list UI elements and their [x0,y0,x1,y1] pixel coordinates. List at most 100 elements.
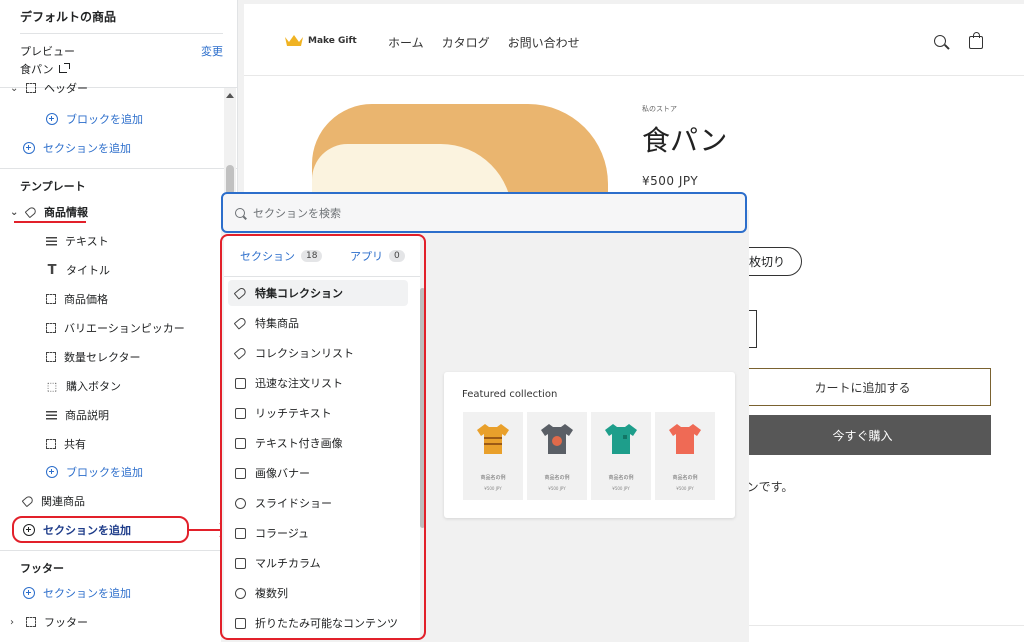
crown-icon [285,35,303,46]
preview-product-name: 商品名の例 [480,475,506,481]
add-section-button[interactable]: セクションを追加 [23,138,131,158]
search-icon [235,207,245,218]
lines-icon [46,236,57,246]
dotted-square-icon [46,439,56,449]
template-heading: テンプレート [20,180,86,193]
product-title: 食パン [642,124,728,157]
buy-now-button[interactable]: 今すぐ購入 [734,415,991,455]
block-label: 購入ボタン [66,380,121,393]
sidebar-item-label: ヘッダー [44,82,88,95]
plus-circle-icon [46,466,58,478]
sidebar-item-label: 商品情報 [44,206,88,219]
block-item-title[interactable]: T タイトル [46,260,110,280]
preview-product-name: 商品名の例 [672,475,698,481]
vendor-name: 私のストア [642,105,677,113]
nav-catalog[interactable]: カタログ [442,34,490,51]
preview-product-card: 商品名の例 ¥500 JPY [463,412,523,500]
block-label: テキスト [65,235,109,248]
tag-icon [24,205,38,219]
plus-circle-icon [23,142,35,154]
search-icon[interactable] [934,35,946,47]
plus-circle-icon [23,587,35,599]
editor-screen: デフォルトの商品 プレビュー 変更 食パン ⌄ ヘッダー ブロックを追加 セクシ… [0,0,1024,642]
section-search-input[interactable]: セクションを検索 [221,192,747,233]
dotted-square-icon [46,294,56,304]
annotation-box [220,234,426,640]
search-placeholder: セクションを検索 [253,206,341,220]
block-item-variant-picker[interactable]: バリエーションピッカー [46,318,185,338]
preview-card-title: Featured collection [462,389,558,400]
header-icon [26,83,36,93]
block-item-price[interactable]: 商品価格 [46,289,108,309]
store-logo[interactable]: Make Gift [284,34,357,47]
divider [0,550,237,551]
block-item-buy-button[interactable]: ⬚ 購入ボタン [46,376,121,396]
sidebar-title: デフォルトの商品 [20,10,117,24]
preview-label: プレビュー [20,45,75,58]
preview-product-card: 商品名の例 ¥500 JPY [527,412,587,500]
sidebar-item-label: フッター [44,616,88,629]
lines-icon [46,410,57,420]
annotation-underline [14,221,86,223]
plus-circle-icon [46,113,58,125]
footer-heading: フッター [20,562,64,575]
change-preview-link[interactable]: 変更 [201,43,223,59]
block-label: 共有 [64,438,86,451]
add-section-label: セクションを追加 [43,587,131,600]
preview-product-name: 食パン [20,63,54,76]
block-label: 商品価格 [64,293,108,306]
dotted-square-icon [46,352,56,362]
add-section-button-footer[interactable]: セクションを追加 [23,583,131,603]
footer-icon [26,617,36,627]
preview-product-name: 商品名の例 [608,475,634,481]
external-link-icon [58,63,70,73]
title-icon: T [47,262,57,278]
add-block-button[interactable]: ブロックを追加 [46,109,143,129]
preview-value[interactable]: 食パン [20,61,70,77]
sidebar-item-label: 関連商品 [41,495,85,508]
add-to-cart-button[interactable]: カートに追加する [734,368,991,406]
annotation-box [12,516,189,543]
store-header: Make Gift ホーム カタログ お問い合わせ [244,4,1024,76]
store-nav: ホーム カタログ お問い合わせ [388,34,580,51]
block-label: タイトル [66,264,110,277]
preview-product-card: 商品名の例 ¥500 JPY [591,412,651,500]
preview-product-price: ¥500 JPY [612,486,630,491]
block-label: バリエーションピッカー [64,322,185,335]
product-price: ¥500 JPY [642,174,699,188]
tshirt-icon [477,424,509,454]
scroll-up-arrow-icon[interactable] [226,93,234,98]
add-block-button[interactable]: ブロックを追加 [46,462,143,482]
tag-icon [21,494,35,508]
block-label: 商品説明 [65,409,109,422]
logo-text: Make Gift [308,35,357,46]
nav-contact[interactable]: お問い合わせ [508,34,580,51]
block-item-quantity[interactable]: 数量セレクター [46,347,141,367]
cart-icon[interactable] [969,32,983,49]
sidebar-item-header[interactable]: ⌄ ヘッダー [10,80,88,96]
dotted-square-icon [46,323,56,333]
preview-product-card: 商品名の例 ¥500 JPY [655,412,715,500]
divider [0,168,237,169]
add-block-label: ブロックを追加 [66,466,143,479]
cursor-icon: ⬚ [46,379,58,393]
tshirt-icon [541,424,573,454]
chevron-down-icon: ⌄ [10,206,19,218]
divider [20,33,223,34]
sidebar-item-product-info[interactable]: ⌄ 商品情報 [10,202,88,222]
preview-product-price: ¥500 JPY [548,486,566,491]
preview-product-price: ¥500 JPY [484,486,502,491]
sidebar: デフォルトの商品 プレビュー 変更 食パン ⌄ ヘッダー ブロックを追加 セクシ… [0,0,238,642]
block-item-share[interactable]: 共有 [46,434,86,454]
block-label: 数量セレクター [64,351,141,364]
block-item-description[interactable]: 商品説明 [46,405,109,425]
chevron-down-icon: ⌄ [10,82,19,94]
sidebar-item-related-products[interactable]: 関連商品 [21,491,85,511]
sidebar-item-footer[interactable]: › フッター [10,612,88,632]
tshirt-icon [669,424,701,454]
tshirt-icon [605,424,637,454]
sidebar-scroll-thumb[interactable] [226,165,234,195]
block-item-text[interactable]: テキスト [46,231,109,251]
preview-product-name: 商品名の例 [544,475,570,481]
nav-home[interactable]: ホーム [388,34,424,51]
